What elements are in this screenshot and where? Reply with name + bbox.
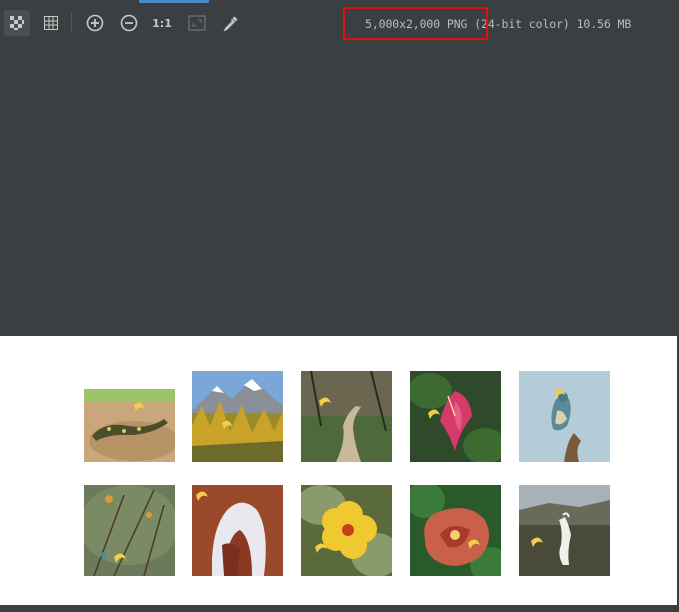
chessboard-icon xyxy=(10,16,24,30)
grid-button[interactable] xyxy=(38,10,64,36)
chessboard-button[interactable] xyxy=(4,10,30,36)
zoom-out-button[interactable] xyxy=(116,10,142,36)
highlight-box xyxy=(343,7,488,40)
thumbnail-bird-on-branch xyxy=(519,371,610,462)
thumbnail-yellow-hibiscus xyxy=(301,485,392,576)
canvas-bottom-edge xyxy=(0,605,679,612)
fit-to-window-icon xyxy=(188,15,206,31)
image-color-depth: (24-bit color) xyxy=(474,17,570,31)
color-picker-button[interactable] xyxy=(218,10,244,36)
image-file-size: 10.56 MB xyxy=(576,17,632,31)
fit-to-window-button[interactable] xyxy=(184,10,210,36)
toolbar-separator xyxy=(71,13,72,33)
image-toolbar: 1:1 5,000x2,000 PNG (24-bit color) 10.56… xyxy=(0,3,679,43)
zoom-in-icon xyxy=(86,14,104,32)
color-picker-icon xyxy=(223,16,238,32)
grid-icon xyxy=(44,16,58,30)
thumbnail-egret-valley xyxy=(519,485,610,576)
thumbnail-red-flower xyxy=(410,485,501,576)
thumbnail-pink-flower xyxy=(410,371,501,462)
thumbnail-birds-in-tree xyxy=(84,485,175,576)
thumbnail-mountain-autumn xyxy=(192,371,283,462)
actual-size-button[interactable]: 1:1 xyxy=(149,10,175,36)
actual-size-icon: 1:1 xyxy=(152,16,172,30)
thumbnail-forest-path xyxy=(301,371,392,462)
zoom-in-button[interactable] xyxy=(82,10,108,36)
zoom-out-icon xyxy=(120,14,138,32)
image-preview xyxy=(0,336,677,605)
thumbnail-rock-arch xyxy=(192,485,283,576)
thumbnail-lizard xyxy=(84,371,175,462)
